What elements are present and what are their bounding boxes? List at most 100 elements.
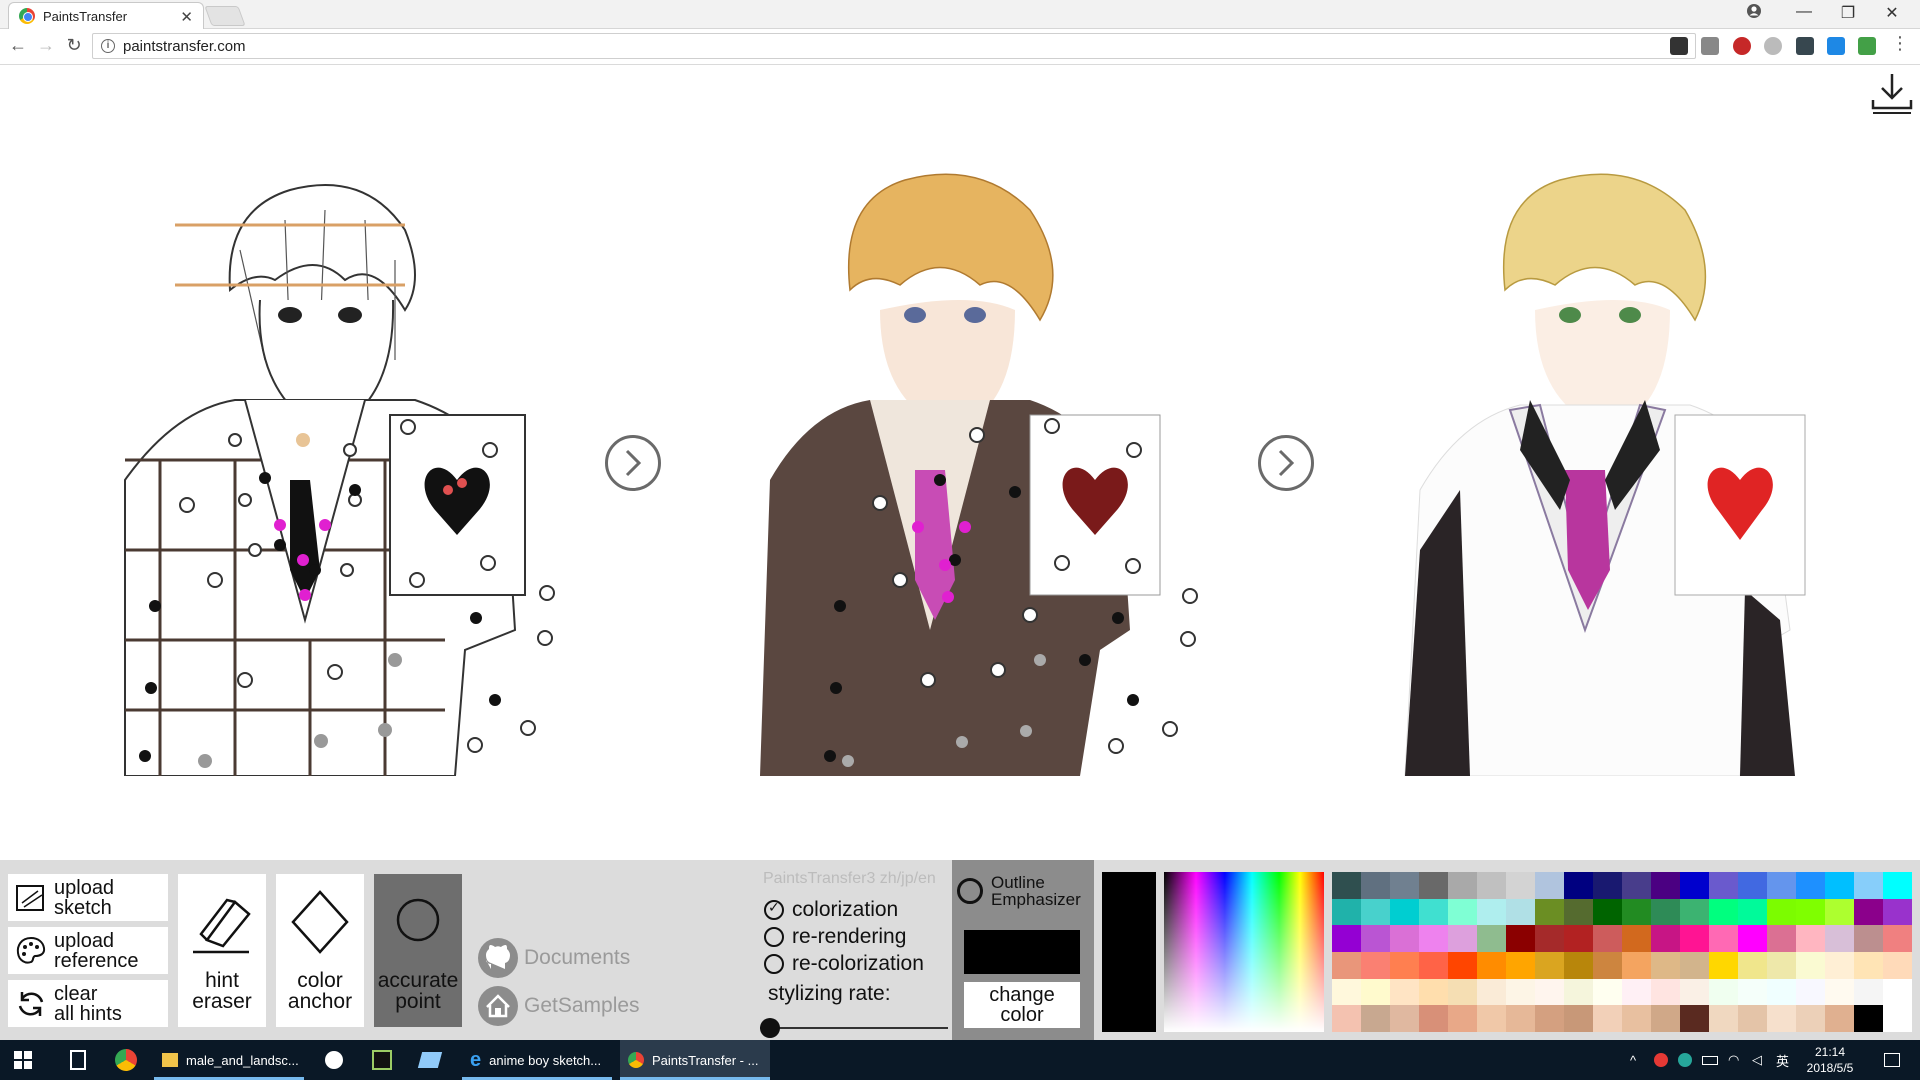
palette-swatch[interactable] <box>1448 925 1477 952</box>
palette-swatch[interactable] <box>1622 978 1651 1006</box>
upload-reference-button[interactable]: upload reference <box>8 927 168 974</box>
palette-swatch[interactable] <box>1477 1005 1506 1032</box>
palette-swatch[interactable] <box>1332 1005 1361 1032</box>
app-taskbar-icon[interactable] <box>312 1040 356 1080</box>
palette-swatch[interactable] <box>1332 951 1361 979</box>
palette-swatch[interactable] <box>1651 872 1680 899</box>
palette-swatch[interactable] <box>1709 978 1738 1006</box>
palette-swatch[interactable] <box>1825 898 1854 926</box>
color-anchor-button[interactable]: color anchor <box>276 874 364 1027</box>
palette-swatch[interactable] <box>1564 898 1593 926</box>
accurate-point-button[interactable]: accurate point <box>374 874 462 1027</box>
upload-sketch-button[interactable]: upload sketch <box>8 874 168 921</box>
palette-swatch[interactable] <box>1622 925 1651 952</box>
back-icon[interactable]: ← <box>6 35 30 56</box>
new-tab-button[interactable] <box>204 6 246 26</box>
palette-swatch[interactable] <box>1854 978 1883 1006</box>
palette-swatch[interactable] <box>1680 978 1709 1006</box>
palette-swatch[interactable] <box>1448 951 1477 979</box>
taskbar-item-edge[interactable]: e anime boy sketch... <box>462 1040 612 1080</box>
palette-swatch[interactable] <box>1709 898 1738 926</box>
palette-swatch[interactable] <box>1883 1005 1912 1032</box>
extension-icon[interactable] <box>1796 37 1814 55</box>
palette-swatch[interactable] <box>1506 1005 1535 1032</box>
palette-swatch[interactable] <box>1593 872 1622 899</box>
palette-swatch[interactable] <box>1390 951 1419 979</box>
palette-swatch[interactable] <box>1825 1005 1854 1032</box>
battery-icon[interactable] <box>1702 1040 1718 1080</box>
palette-swatch[interactable] <box>1564 1005 1593 1032</box>
palette-swatch[interactable] <box>1506 872 1535 899</box>
colorized-result-canvas[interactable] <box>740 150 1210 776</box>
next-arrow-button[interactable] <box>1258 435 1314 491</box>
palette-swatch[interactable] <box>1825 872 1854 899</box>
tray-app-icon[interactable] <box>1678 1040 1692 1080</box>
tray-app-icon[interactable] <box>1654 1040 1668 1080</box>
palette-swatch[interactable] <box>1448 872 1477 899</box>
mode-option-colorization[interactable]: colorization <box>764 898 898 922</box>
palette-swatch[interactable] <box>1535 872 1564 899</box>
tray-chevron-icon[interactable]: ^ <box>1630 1040 1636 1080</box>
palette-swatch[interactable] <box>1680 898 1709 926</box>
palette-swatch[interactable] <box>1796 898 1825 926</box>
palette-swatch[interactable] <box>1419 898 1448 926</box>
taskbar-item-chrome[interactable]: PaintsTransfer - ... <box>620 1040 770 1080</box>
palette-swatch[interactable] <box>1680 951 1709 979</box>
mode-option-re-colorization[interactable]: re-colorization <box>764 952 924 976</box>
volume-icon[interactable]: ◁ <box>1752 1040 1762 1080</box>
palette-swatch[interactable] <box>1883 925 1912 952</box>
address-bar[interactable]: i paintstransfer.com ☆ <box>92 33 1696 59</box>
palette-swatch[interactable] <box>1825 951 1854 979</box>
palette-swatch[interactable] <box>1738 898 1767 926</box>
palette-swatch[interactable] <box>1709 951 1738 979</box>
next-arrow-button[interactable] <box>605 435 661 491</box>
palette-swatch[interactable] <box>1738 872 1767 899</box>
palette-swatch[interactable] <box>1854 898 1883 926</box>
palette-swatch[interactable] <box>1651 1005 1680 1032</box>
mode-option-re-rendering[interactable]: re-rendering <box>764 925 906 949</box>
palette-swatch[interactable] <box>1738 1005 1767 1032</box>
palette-swatch[interactable] <box>1361 872 1390 899</box>
ime-indicator[interactable]: 英 <box>1776 1040 1789 1080</box>
brightness-slider[interactable] <box>1102 872 1156 1032</box>
palette-swatch[interactable] <box>1796 951 1825 979</box>
palette-swatch[interactable] <box>1854 951 1883 979</box>
palette-swatch[interactable] <box>1651 978 1680 1006</box>
palette-swatch[interactable] <box>1796 925 1825 952</box>
app-taskbar-icon[interactable] <box>408 1040 452 1080</box>
outline-emphasizer-toggle[interactable]: Outline Emphasizer <box>957 874 1081 908</box>
palette-swatch[interactable] <box>1651 898 1680 926</box>
palette-swatch[interactable] <box>1361 978 1390 1006</box>
account-icon[interactable] <box>1732 3 1776 24</box>
hint-eraser-button[interactable]: hint eraser <box>178 874 266 1027</box>
palette-swatch[interactable] <box>1419 978 1448 1006</box>
download-icon[interactable] <box>1870 70 1914 116</box>
palette-swatch[interactable] <box>1883 978 1912 1006</box>
palette-swatch[interactable] <box>1535 925 1564 952</box>
extension-icon[interactable] <box>1764 37 1782 55</box>
palette-swatch[interactable] <box>1448 978 1477 1006</box>
clear-hints-button[interactable]: clear all hints <box>8 980 168 1027</box>
reference-image-canvas[interactable] <box>1400 150 1840 776</box>
palette-swatch[interactable] <box>1419 872 1448 899</box>
minimize-window-button[interactable]: — <box>1782 3 1826 21</box>
extension-icon[interactable] <box>1827 37 1845 55</box>
palette-swatch[interactable] <box>1825 925 1854 952</box>
palette-swatch[interactable] <box>1564 978 1593 1006</box>
close-tab-icon[interactable]: ✕ <box>180 8 193 26</box>
palette-swatch[interactable] <box>1419 1005 1448 1032</box>
palette-swatch[interactable] <box>1419 925 1448 952</box>
documents-link[interactable]: Documents <box>476 936 630 980</box>
palette-swatch[interactable] <box>1767 951 1796 979</box>
palette-swatch[interactable] <box>1651 925 1680 952</box>
palette-swatch[interactable] <box>1709 925 1738 952</box>
get-samples-link[interactable]: GetSamples <box>476 984 640 1028</box>
menu-icon[interactable]: ⋮ <box>1888 33 1912 54</box>
palette-swatch[interactable] <box>1854 872 1883 899</box>
extension-icon[interactable] <box>1701 37 1719 55</box>
palette-swatch[interactable] <box>1477 978 1506 1006</box>
palette-swatch[interactable] <box>1361 1005 1390 1032</box>
palette-swatch[interactable] <box>1593 951 1622 979</box>
palette-swatch[interactable] <box>1361 951 1390 979</box>
palette-swatch[interactable] <box>1593 925 1622 952</box>
